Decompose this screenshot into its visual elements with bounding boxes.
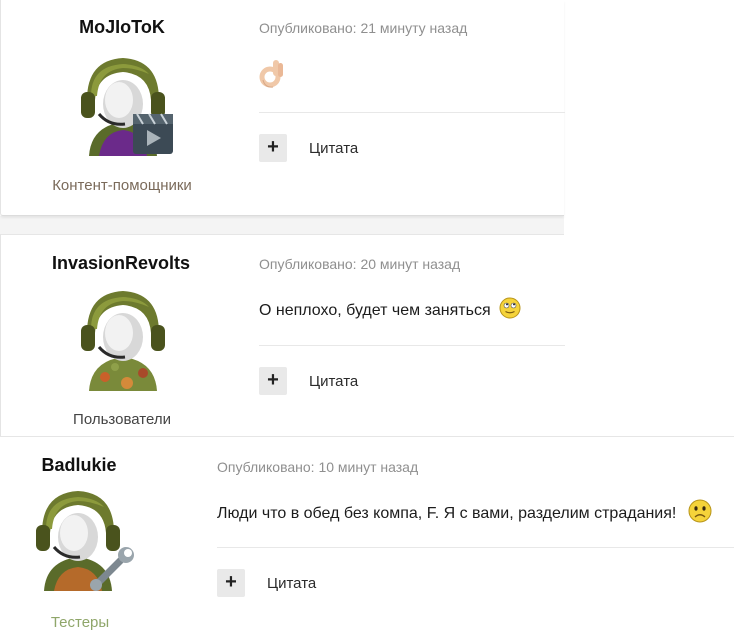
author-name[interactable]: Badlukie — [38, 455, 120, 476]
post-separator — [0, 216, 564, 234]
author-name[interactable]: MoJIoToK — [67, 17, 177, 38]
sad-smiley-icon — [688, 499, 712, 528]
post-date: Опубликовано: 10 минут назад — [217, 459, 419, 475]
quote-button[interactable]: Цитата — [267, 575, 316, 592]
quote-button[interactable]: Цитата — [309, 373, 358, 390]
post-date: Опубликовано: 20 минут назад — [259, 256, 461, 272]
forum-post: InvasionRevolts Пользователи Опубликован… — [0, 234, 565, 444]
post-content: Люди что в обед без компа, F. Я с вами, … — [217, 499, 712, 528]
author-name[interactable]: InvasionRevolts — [41, 253, 201, 274]
rolling-eyes-smiley-icon — [499, 297, 521, 324]
avatar[interactable] — [69, 52, 173, 156]
user-group: Контент-помощники — [52, 177, 192, 194]
post-content: О неплохо, будет чем заняться — [259, 297, 521, 324]
forum-post: Badlukie Тестеры Опубликовано: 10 минут … — [0, 436, 734, 637]
user-group: Тестеры — [50, 614, 110, 631]
background-strip — [564, 0, 734, 436]
post-text: О неплохо, будет чем заняться — [259, 301, 491, 319]
divider — [217, 547, 734, 548]
user-group: Пользователи — [73, 411, 171, 428]
post-content — [259, 58, 285, 95]
divider — [259, 345, 565, 346]
multiquote-button[interactable]: + — [259, 134, 287, 162]
avatar[interactable] — [69, 287, 173, 391]
divider — [259, 112, 565, 113]
post-date: Опубликовано: 21 минуту назад — [259, 20, 468, 36]
quote-button[interactable]: Цитата — [309, 140, 358, 157]
avatar[interactable] — [28, 487, 134, 591]
multiquote-button[interactable]: + — [259, 367, 287, 395]
ok-hand-icon — [259, 58, 285, 95]
post-text: Люди что в обед без компа, F. Я с вами, … — [217, 504, 677, 522]
forum-post: MoJIoToK Контент-помощники Опубликовано:… — [0, 0, 565, 216]
multiquote-button[interactable]: + — [217, 569, 245, 597]
